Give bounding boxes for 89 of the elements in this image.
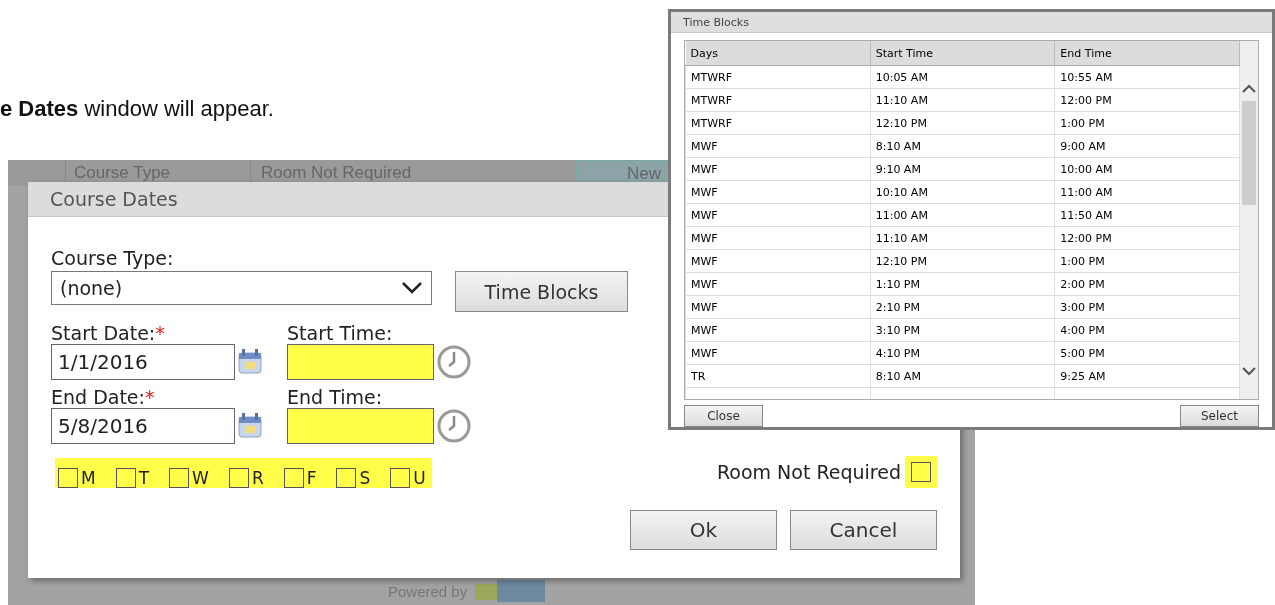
window-button[interactable]: Select [1180,405,1259,427]
scroll-up-icon[interactable] [1242,84,1257,94]
table-cell[interactable]: 11:10 AM [870,226,1055,250]
table-cell[interactable]: MWF [685,134,871,158]
table-cell[interactable]: 2:00 PM [1054,272,1240,296]
table-cell[interactable]: MTWRF [685,111,871,135]
table-cell[interactable]: MWF [685,157,871,181]
table-cell[interactable]: 10:55 AM [1054,65,1240,89]
table-cell[interactable]: 3:00 PM [1054,295,1240,319]
logo-icon [475,580,546,602]
table-cell[interactable]: 5:00 PM [1054,341,1240,365]
checkbox-label: S [359,468,371,488]
scroll-down-icon[interactable] [1242,366,1257,376]
clock-icon[interactable] [436,344,472,380]
table-cell[interactable]: 11:00 AM [870,203,1055,227]
time-blocks-button[interactable]: Time Blocks [455,271,628,312]
field-label: End Date:* [51,386,156,408]
table-cell[interactable]: MWF [685,341,871,365]
time-field[interactable] [287,408,434,444]
field-label: Course Type: [51,247,174,269]
checkbox[interactable] [58,468,78,488]
table-cell[interactable]: 11:50 AM [1054,203,1240,227]
table-cell[interactable]: 2:10 PM [870,295,1055,319]
table-cell[interactable]: MWF [685,249,871,273]
table-cell[interactable]: 11:00 AM [1054,180,1240,204]
table-cell[interactable]: MTWRF [685,65,871,89]
table-cell[interactable]: MTWRF [685,88,871,112]
table-cell[interactable]: 1:00 PM [1054,111,1240,135]
date-field[interactable]: 5/8/2016 [51,408,235,444]
table-cell[interactable]: 12:00 PM [1054,88,1240,112]
table-cell[interactable]: 1:10 PM [870,272,1055,296]
table-cell[interactable]: 12:10 PM [870,111,1055,135]
course-type-dropdown[interactable]: (none) [51,271,432,305]
table-cell[interactable]: 1:00 PM [1054,249,1240,273]
checkbox[interactable] [390,468,411,488]
table-cell[interactable]: 3:10 PM [870,318,1055,342]
room-not-required-checkbox[interactable] [905,456,937,488]
date-field[interactable]: 1/1/2016 [51,344,235,380]
dialog-button[interactable]: Cancel [790,510,937,550]
window-title: Time Blocks [683,15,749,29]
table-cell[interactable]: TR [685,364,871,388]
checkbox[interactable] [228,468,249,488]
dialog-title: Course Dates [50,188,178,210]
table-cell[interactable]: 9:00 AM [1054,134,1240,158]
table-cell[interactable]: 9:10 AM [870,157,1055,181]
dialog-button[interactable]: Ok [630,510,777,550]
checkbox-label: Room Not Required [716,461,901,483]
table-cell[interactable]: 10:05 AM [870,65,1055,89]
table-cell[interactable]: 11:10 AM [870,88,1055,112]
checkbox[interactable] [169,468,190,488]
clock-icon[interactable] [436,408,472,444]
time-field[interactable] [287,344,434,380]
table-cell[interactable]: 4:10 PM [870,341,1055,365]
table-cell[interactable]: 8:10 AM [870,364,1055,388]
table-cell[interactable]: 4:00 PM [1054,318,1240,342]
table-cell[interactable]: 10:00 AM [1054,157,1240,181]
checkbox-label: U [413,468,426,488]
checkbox-label: R [251,468,264,488]
calendar-icon[interactable] [236,347,264,377]
checkbox[interactable] [115,468,136,488]
table-cell[interactable]: 9:25 AM [1054,364,1240,388]
field-label: Start Time: [287,322,394,344]
field-label: Start Date:* [51,322,166,344]
checkbox[interactable] [336,468,357,488]
table-cell[interactable]: 10:10 AM [870,180,1055,204]
window-button[interactable]: Close [684,405,763,427]
chevron-down-icon [401,281,423,295]
checkbox-label: F [306,468,317,488]
table-cell[interactable]: MWF [685,318,871,342]
checkbox[interactable] [283,468,304,488]
table-cell[interactable]: MWF [685,180,871,204]
table-cell[interactable]: MWF [685,272,871,296]
column-header: Days [685,41,871,66]
calendar-icon[interactable] [236,411,264,441]
scrollbar[interactable] [1240,41,1258,399]
table-cell[interactable]: 12:10 PM [870,249,1055,273]
field-label: End Time: [287,386,384,408]
scrollbar-thumb[interactable] [1242,101,1257,205]
table-cell[interactable]: MWF [685,226,871,250]
column-header: Start Time [870,41,1055,66]
table-cell[interactable]: MWF [685,295,871,319]
instruction-text: e Dates window will appear. [0,96,274,122]
column-header: End Time [1054,41,1240,66]
checkbox-label: W [192,468,209,488]
checkbox-label: M [81,468,96,488]
table-cell[interactable]: 8:10 AM [870,134,1055,158]
table-cell[interactable]: 12:00 PM [1054,226,1240,250]
checkbox-label: T [138,468,150,488]
table-cell[interactable]: MWF [685,203,871,227]
